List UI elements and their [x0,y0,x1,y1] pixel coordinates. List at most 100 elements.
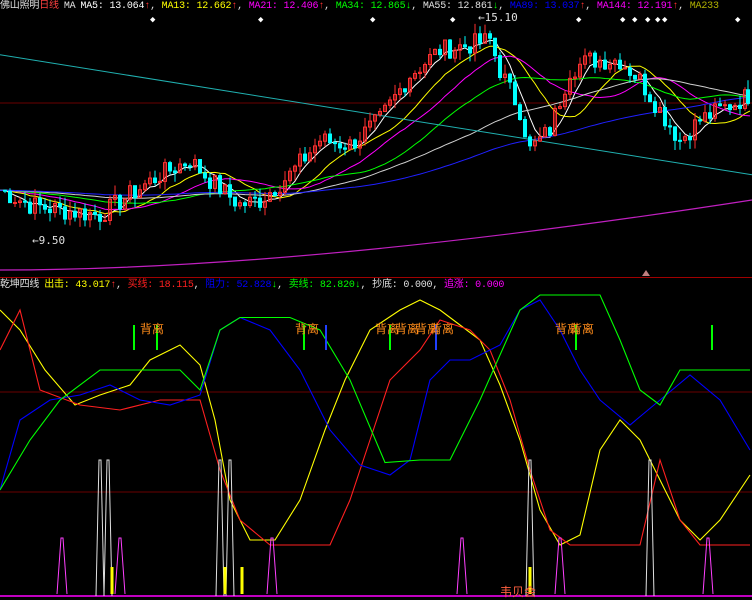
candle-down [83,208,87,221]
candle-down [523,119,527,138]
bottom-label: 韦贝会 [500,586,537,600]
candle-down [488,33,492,39]
candle-down [133,185,137,199]
legend-item-MA34: MA34: 12.865↓ [335,1,412,12]
candle-up [13,202,17,205]
scroll-marker-icon [642,270,650,276]
candle-down [648,94,652,103]
indicator-values: 出击: 43.017↑, 买线: 18.115, 阻力: 52.828↓, 卖线… [44,280,505,291]
legend-item-出击: 出击: 43.017↑ [44,280,116,291]
magenta-spike [702,537,714,595]
legend-item-MA233: MA233 [690,1,719,12]
period-label[interactable]: 日线 [39,1,59,12]
candle-down [448,39,452,59]
candle-down [23,200,27,203]
candle-down [718,103,722,107]
candle-up [623,67,627,70]
legend-item-MA13: MA13: 12.662↑ [161,1,238,12]
event-marker-icon: ◆ [150,15,156,25]
candle-down [688,136,692,141]
candle-down [208,177,212,189]
legend-value: 12.191 [637,1,673,12]
magenta-spike [266,537,278,595]
ma-values: MA5: 13.064↑, MA13: 12.662↑, MA21: 12.40… [80,1,719,12]
white-spike [645,459,655,597]
divergence-label: 背离 [570,323,595,337]
main-chart-legend: 佛山照明日线 MA MA5: 13.064↑, MA13: 12.662↑, MA2… [0,0,719,13]
candle-down [328,133,332,144]
candle-down [478,33,482,44]
legend-value: 0.000 [403,280,433,291]
legend-value: 13.037 [544,1,580,12]
candle-down [463,44,467,48]
candle-down [118,194,122,210]
candle-down [403,88,407,93]
legend-name: 出击: [44,280,76,291]
legend-name: MA233 [689,1,719,12]
candle-down [38,197,42,206]
ma-label: MA [63,1,76,12]
candle-down [73,210,77,218]
legend-item-追涨: 追涨: 0.000 [444,280,504,291]
yellow-bar [110,567,114,594]
divergence-label: 背离 [295,323,320,337]
candle-down [518,104,522,121]
yellow-bar [240,567,244,594]
candle-down [618,59,622,70]
candle-down [188,165,192,168]
candle-down [698,119,702,122]
ma144-line [0,199,752,271]
legend-name: 卖线: [288,280,320,291]
candle-down [668,125,672,128]
candle-up [103,219,107,222]
legend-item-MA89: MA89: 13.037↑ [509,1,586,12]
candle-down [333,142,337,145]
candle-down [168,162,172,172]
candle-down [28,201,32,214]
legend-value: 12.406 [283,1,319,12]
event-marker-icon: ◆ [632,15,638,25]
green-signal-mark [711,325,713,350]
legend-name: MA34: [335,1,371,12]
indicator-legend: 乾坤四线 出击: 43.017↑, 买线: 18.115, 阻力: 52.828↓… [0,279,504,292]
panel-divider[interactable] [0,277,752,278]
white-spike [225,459,235,597]
candle-down [218,175,222,194]
candle-down [528,136,532,147]
candle-down [603,59,607,70]
candle-down [173,170,177,174]
legend-name: MA21: [248,1,284,12]
indicator-title: 乾坤四线 [0,280,40,291]
legend-item-抄底: 抄底: 0.000 [372,280,432,291]
legend-name: MA144: [596,1,638,12]
legend-name: MA89: [509,1,545,12]
candle-down [738,104,742,109]
event-marker-icon: ◆ [662,15,668,25]
candle-down [353,139,357,149]
event-marker-icon: ◆ [735,15,741,25]
legend-value: 0.000 [475,280,505,291]
candle-down [343,147,347,150]
magenta-spike [56,537,68,595]
candle-down [233,196,237,207]
event-marker-icon: ◆ [258,15,264,25]
legend-value: 43.017 [75,280,111,291]
legend-name: 抄底: [372,280,404,291]
candle-down [678,139,682,142]
candle-down [708,112,712,119]
candle-down [628,67,632,76]
candle-down [253,196,257,199]
legend-name: MA13: [161,1,197,12]
low-price-marker: ←9.50 [32,234,65,247]
candle-down [643,73,647,96]
candle-down [203,172,207,179]
candle-down [633,74,637,80]
candle-down [153,177,157,184]
candle-up [723,104,727,107]
event-marker-icon: ◆ [645,15,651,25]
ma21-line [0,55,751,211]
magenta-spike [456,537,468,595]
legend-item-MA21: MA21: 12.406↑ [248,1,325,12]
stock-chart[interactable]: ←15.10←9.50◆ ◆ ◆ ◆ ◆ ◆ ◆ ◆ ◆ ◆ ◆ [0,0,752,599]
candle-down [593,52,597,68]
